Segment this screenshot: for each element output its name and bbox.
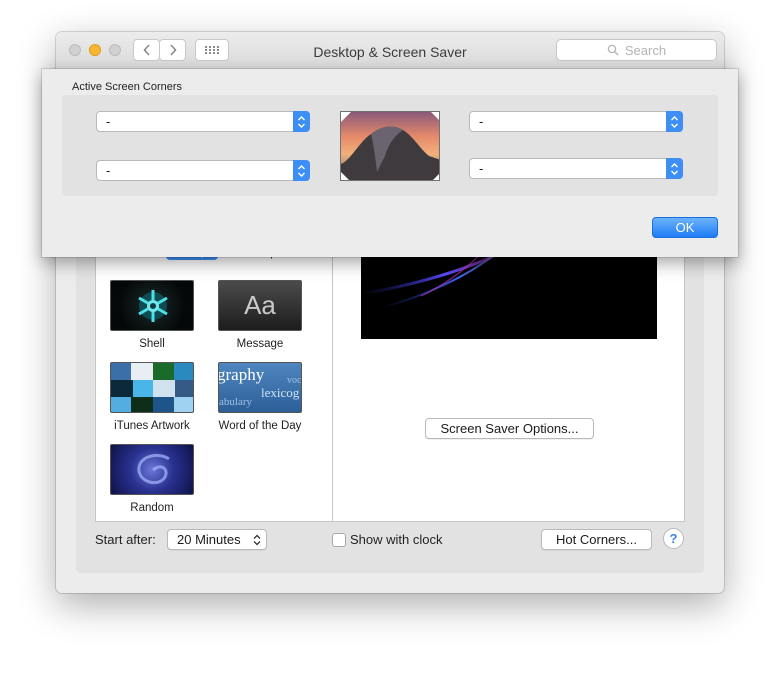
- bottom-left-corner-value: -: [106, 163, 111, 178]
- itunes-artwork-thumbnail: [110, 362, 194, 413]
- active-screen-corners-sheet: Active Screen Corners - - - - OK: [42, 69, 738, 257]
- saver-item-random[interactable]: Random: [102, 444, 202, 514]
- search-icon: [607, 44, 619, 56]
- wotd-word-4: abulary: [219, 396, 252, 408]
- saver-item-word-of-the-day[interactable]: graphy voc lexicog abulary Word of the D…: [210, 362, 310, 432]
- word-of-the-day-thumbnail: graphy voc lexicog abulary: [218, 362, 302, 413]
- start-after-value: 20 Minutes: [177, 532, 241, 547]
- corners-box: - - - -: [62, 95, 718, 196]
- up-down-arrows-icon: [671, 115, 678, 128]
- bottom-left-corner-select[interactable]: -: [96, 160, 310, 181]
- bottom-controls: Start after: 20 Minutes Show with clock …: [76, 528, 704, 553]
- show-with-clock-checkbox[interactable]: [332, 533, 346, 547]
- top-left-corner-select[interactable]: -: [96, 111, 310, 132]
- preview-pane: Screen Saver Options...: [332, 246, 685, 522]
- bottom-right-corner-select[interactable]: -: [469, 158, 683, 179]
- saver-label-random: Random: [130, 502, 174, 514]
- show-with-clock-label: Show with clock: [350, 532, 443, 547]
- top-left-corner-value: -: [106, 114, 111, 129]
- top-right-corner-select[interactable]: -: [469, 111, 683, 132]
- up-down-arrows-icon: [671, 162, 678, 175]
- shell-thumbnail: [110, 280, 194, 331]
- screen-saver-options-button[interactable]: Screen Saver Options...: [425, 418, 594, 439]
- screen-saver-panel: Flurry Arabesque She: [76, 246, 704, 573]
- wotd-word-1: graphy: [218, 365, 265, 384]
- start-after-label: Start after:: [95, 532, 156, 547]
- search-field[interactable]: Search: [556, 39, 717, 61]
- bottom-right-corner-value: -: [479, 161, 484, 176]
- stepper-arrows: [293, 160, 310, 181]
- search-placeholder: Search: [624, 42, 667, 58]
- random-thumbnail: [110, 444, 194, 495]
- help-button[interactable]: ?: [663, 528, 684, 549]
- up-down-arrows-icon: [298, 164, 305, 177]
- up-down-arrows-icon: [298, 115, 305, 128]
- wotd-word-3: lexicog: [261, 385, 300, 400]
- screen-saver-preview: [361, 246, 657, 339]
- saver-label-message: Message: [236, 338, 284, 350]
- saver-item-shell[interactable]: Shell: [102, 280, 202, 350]
- stepper-arrows: [666, 158, 683, 179]
- top-right-corner-value: -: [479, 114, 484, 129]
- stepper-arrows: [666, 111, 683, 132]
- sheet-title: Active Screen Corners: [72, 81, 183, 93]
- screen-saver-list[interactable]: Flurry Arabesque She: [95, 246, 333, 522]
- saver-item-message[interactable]: Aa Message: [210, 280, 310, 350]
- saver-label-itunes-artwork: iTunes Artwork: [114, 420, 190, 432]
- hot-corners-button[interactable]: Hot Corners...: [541, 529, 652, 550]
- message-thumb-text: Aa: [244, 290, 276, 320]
- saver-label-word-of-the-day: Word of the Day: [218, 420, 302, 432]
- desktop-preview-image: [340, 111, 440, 181]
- message-thumbnail: Aa: [218, 280, 302, 331]
- saver-label-shell: Shell: [139, 338, 165, 350]
- ok-button[interactable]: OK: [652, 217, 718, 238]
- up-down-arrows-icon: [253, 534, 261, 546]
- start-after-popup[interactable]: 20 Minutes: [167, 529, 267, 550]
- title-bar: Desktop & Screen Saver Search: [56, 32, 724, 71]
- saver-item-itunes-artwork[interactable]: iTunes Artwork: [102, 362, 202, 432]
- stepper-arrows: [293, 111, 310, 132]
